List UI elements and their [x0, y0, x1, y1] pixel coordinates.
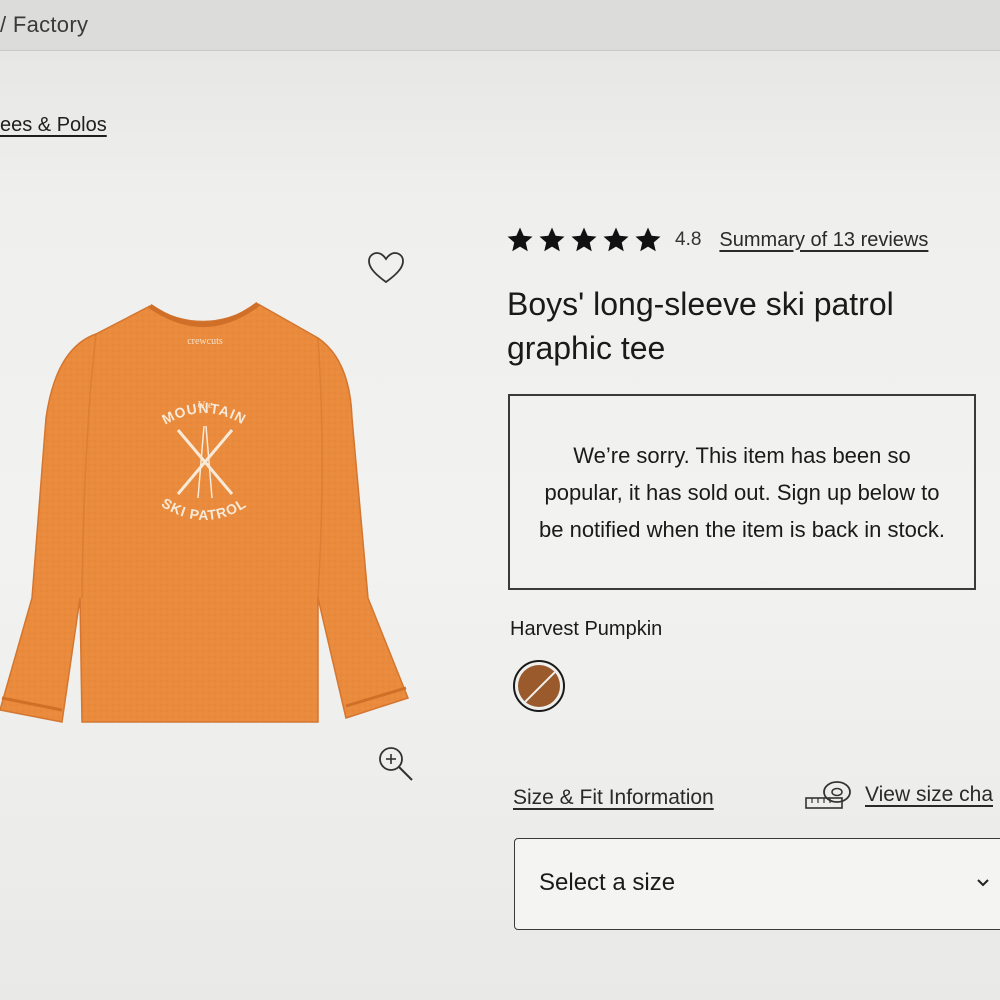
size-select-placeholder: Select a size	[539, 869, 676, 896]
breadcrumb[interactable]: ees & Polos	[0, 114, 107, 137]
rating-value: 4.8	[675, 229, 702, 250]
size-chart-link[interactable]: View size cha	[803, 778, 993, 812]
size-chart-label[interactable]: View size cha	[865, 783, 993, 807]
size-select[interactable]: Select a size	[514, 838, 1000, 930]
tee-illustration: crewcuts MOUNTAIN SKI PATROL Ute	[0, 302, 409, 723]
swatch-fill	[518, 665, 560, 707]
sold-out-slash	[521, 666, 560, 706]
brand-name[interactable]: / Factory	[0, 12, 88, 38]
sold-out-message: We’re sorry. This item has been so popul…	[539, 442, 945, 542]
star-icon	[507, 227, 533, 252]
size-fit-info-link[interactable]: Size & Fit Information	[513, 786, 714, 810]
top-bar: / Factory	[0, 0, 1000, 51]
heart-outline-icon	[368, 252, 404, 284]
star-icon	[571, 227, 597, 252]
rating-row: 4.8 Summary of 13 reviews	[505, 222, 928, 258]
reviews-summary-link[interactable]: Summary of 13 reviews	[719, 229, 928, 252]
sold-out-notice: We’re sorry. This item has been so popul…	[508, 394, 976, 590]
chevron-down-icon	[977, 879, 989, 887]
star-icon	[539, 227, 565, 252]
color-swatch-harvest-pumpkin[interactable]	[513, 660, 565, 712]
color-name: Harvest Pumpkin	[510, 618, 663, 640]
wishlist-button[interactable]	[366, 250, 406, 286]
brand-tag-text: crewcuts	[187, 336, 223, 347]
graphic-script-text: Ute	[197, 399, 213, 411]
zoom-button[interactable]	[374, 742, 418, 786]
star-rating	[505, 225, 663, 255]
star-icon	[603, 227, 629, 252]
zoom-in-icon	[379, 747, 413, 781]
product-title: Boys' long-sleeve ski patrol graphic tee	[507, 286, 894, 366]
star-icon	[635, 227, 661, 252]
product-page: / Factory ees & Polos crewcuts MOUNTAIN …	[0, 0, 1000, 1000]
product-image[interactable]: crewcuts MOUNTAIN SKI PATROL Ute	[0, 298, 420, 728]
measuring-tape-icon	[805, 781, 851, 809]
